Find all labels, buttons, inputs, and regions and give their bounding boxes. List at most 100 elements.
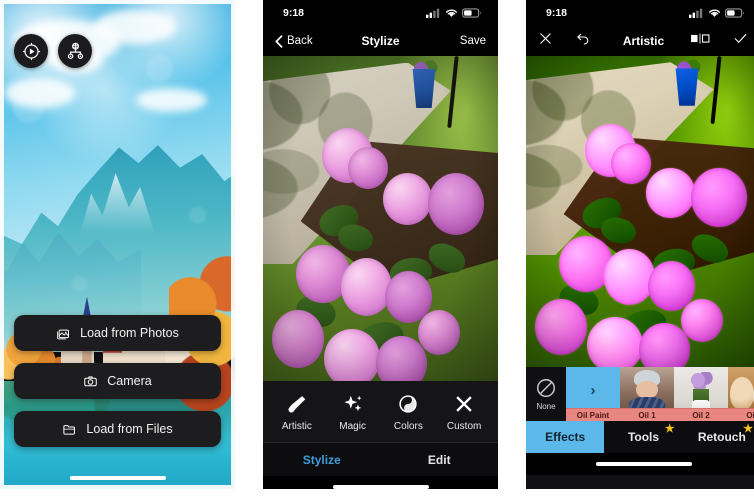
photo-preview[interactable] xyxy=(263,56,498,381)
flower-cluster xyxy=(690,167,747,228)
filter-none[interactable]: None xyxy=(526,367,566,421)
garden-photo-oil-filtered xyxy=(526,56,754,367)
tool-colors-label: Colors xyxy=(393,421,423,432)
battery-icon xyxy=(725,8,744,18)
load-from-files-button[interactable]: Load from Files xyxy=(14,411,221,447)
photo-preview-filtered[interactable] xyxy=(526,56,754,367)
bottom-tabs: Effects Tools ★ Retouch ★ xyxy=(526,421,754,453)
wifi-icon xyxy=(709,9,720,17)
filter-oil-1[interactable]: Oil 1 xyxy=(620,367,674,421)
flower-cluster xyxy=(382,173,433,225)
filter-oil-2[interactable]: Oil 2 xyxy=(674,367,728,421)
splash-screen: BeCasso Load from Photos xyxy=(0,0,235,489)
tool-artistic-label: Artistic xyxy=(281,421,312,432)
signal-icon xyxy=(689,8,703,18)
status-time: 9:18 xyxy=(546,7,568,19)
back-button[interactable]: Back xyxy=(275,34,313,48)
filter-oil-3-label: Oil 3 xyxy=(728,408,754,421)
camera-label: Camera xyxy=(107,374,152,388)
flower-cluster xyxy=(340,257,393,316)
status-icons xyxy=(426,8,482,18)
signal-icon xyxy=(426,8,440,18)
screenshot-stage: BeCasso Load from Photos xyxy=(0,0,754,500)
status-bar: 9:18 xyxy=(263,0,498,26)
cloud xyxy=(4,78,76,108)
photos-icon xyxy=(57,329,70,339)
flower-cluster xyxy=(272,309,325,368)
flower-cluster xyxy=(418,309,461,355)
load-from-files-label: Load from Files xyxy=(86,422,173,436)
home-indicator-area xyxy=(0,467,235,489)
pet-left xyxy=(730,376,754,411)
flower-cluster xyxy=(324,329,381,381)
tool-colors[interactable]: Colors xyxy=(381,393,435,432)
bottom-tabs: Stylize Edit xyxy=(263,442,498,476)
splash-actions: Load from Photos Camera Load from Files xyxy=(14,315,221,447)
sparkles-icon xyxy=(344,395,362,412)
camera-button[interactable]: Camera xyxy=(14,363,221,399)
close-button[interactable] xyxy=(538,31,553,51)
compare-button[interactable] xyxy=(690,32,710,50)
tab-stylize[interactable]: Stylize xyxy=(263,443,381,476)
settings-play-icon xyxy=(22,42,40,60)
tab-effects-label: Effects xyxy=(545,430,586,444)
filter-oil-3[interactable]: Oil 3 xyxy=(728,367,754,421)
splash-top-buttons xyxy=(14,34,92,68)
chevron-right-icon: › xyxy=(590,381,596,399)
premium-star-icon: ★ xyxy=(664,423,675,435)
tab-edit[interactable]: Edit xyxy=(381,443,499,476)
tutorial-button[interactable] xyxy=(14,34,48,68)
share-network-icon xyxy=(67,42,83,59)
battery-icon xyxy=(462,8,481,18)
confirm-button[interactable] xyxy=(732,31,749,51)
tool-custom-label: Custom xyxy=(446,421,482,432)
home-indicator-area xyxy=(526,453,754,475)
filter-oil-2-label: Oil 2 xyxy=(674,408,728,421)
filter-category-label: Oil Paint xyxy=(566,408,620,421)
save-button[interactable]: Save xyxy=(460,35,486,47)
flower-cluster xyxy=(603,248,656,305)
nav-title: Artistic xyxy=(622,34,665,48)
status-icons xyxy=(689,8,745,18)
tab-tools[interactable]: Tools ★ xyxy=(604,421,682,453)
flower-cluster xyxy=(347,147,388,190)
brush-icon xyxy=(288,396,306,413)
undo-button[interactable] xyxy=(575,31,591,51)
checkmark-icon xyxy=(734,33,747,43)
folder-icon xyxy=(63,424,76,435)
chevron-left-icon xyxy=(275,34,283,48)
flower-cluster xyxy=(535,298,588,355)
rhododendron-bush xyxy=(526,56,754,367)
no-filter-icon xyxy=(537,379,555,397)
flower-cluster xyxy=(610,143,651,184)
garden-photo xyxy=(263,56,498,381)
status-bar: 9:18 xyxy=(526,0,754,26)
tool-magic[interactable]: Magic xyxy=(326,393,380,432)
filter-none-label: None xyxy=(536,402,556,411)
premium-star-icon: ★ xyxy=(743,423,753,435)
tab-tools-label: Tools xyxy=(627,430,660,444)
back-label: Back xyxy=(287,35,313,47)
camera-icon xyxy=(84,375,98,386)
tab-effects[interactable]: Effects xyxy=(526,421,605,453)
home-indicator[interactable] xyxy=(595,462,692,466)
home-indicator-area xyxy=(263,476,498,489)
cross-tools-icon xyxy=(456,396,472,412)
tool-custom[interactable]: Custom xyxy=(437,393,491,432)
filter-strip[interactable]: None › Oil Paint Oil 1 Oil 2 O xyxy=(526,367,754,421)
tool-row: Artistic Magic Colors Custom xyxy=(263,381,498,442)
nav-bar: Artistic xyxy=(526,26,754,56)
share-button[interactable] xyxy=(58,34,92,68)
home-indicator[interactable] xyxy=(69,476,166,480)
tool-artistic[interactable]: Artistic xyxy=(270,393,324,432)
phone-panel-splash: BeCasso Load from Photos xyxy=(0,0,235,489)
load-from-photos-button[interactable]: Load from Photos xyxy=(14,315,221,351)
wifi-icon xyxy=(446,9,457,17)
tool-magic-label: Magic xyxy=(339,421,366,432)
close-icon xyxy=(540,33,551,44)
home-indicator[interactable] xyxy=(332,485,429,489)
load-from-photos-label: Load from Photos xyxy=(80,326,179,340)
tab-retouch[interactable]: Retouch ★ xyxy=(683,421,754,453)
flower-cluster xyxy=(681,298,724,343)
filter-category-oil-paint[interactable]: › Oil Paint xyxy=(566,367,620,421)
